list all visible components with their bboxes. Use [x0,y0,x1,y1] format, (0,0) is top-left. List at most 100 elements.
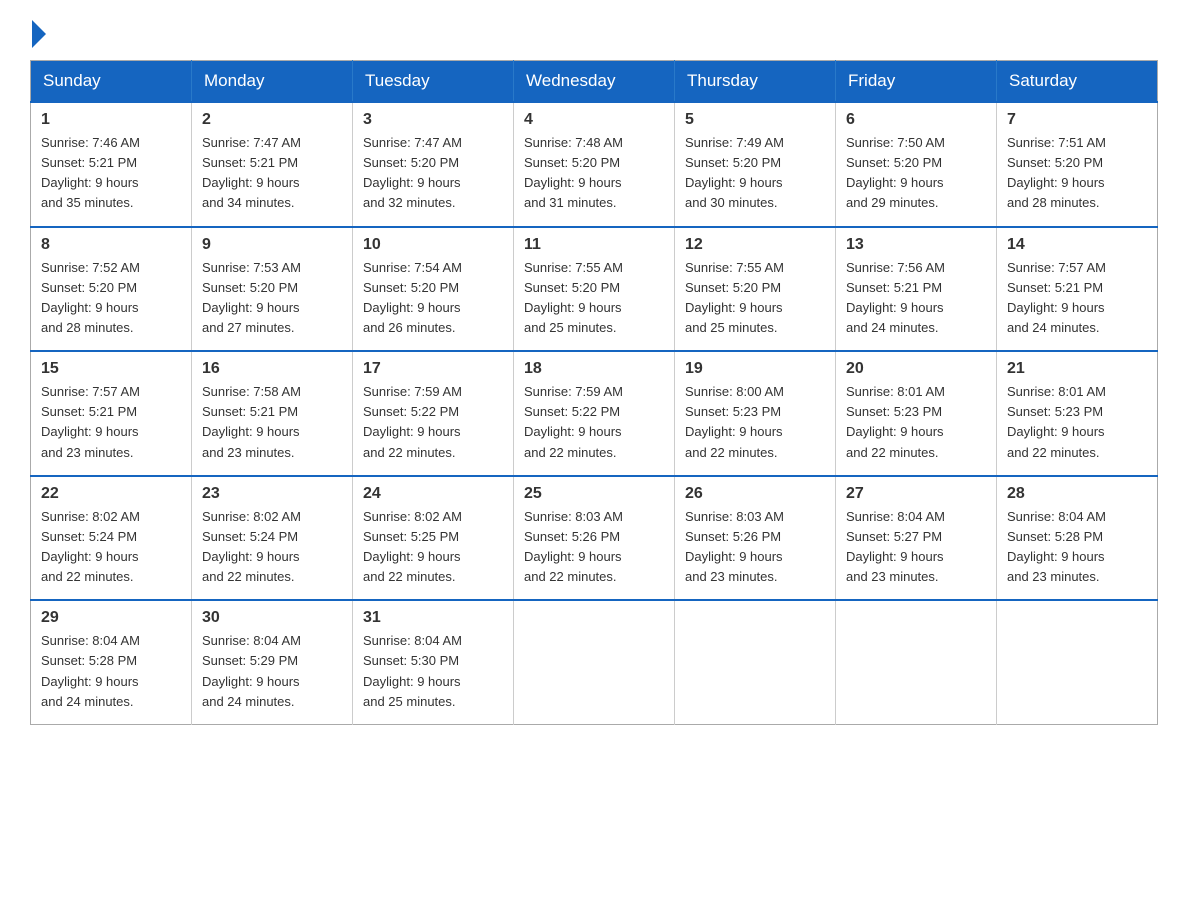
calendar-cell: 14 Sunrise: 7:57 AM Sunset: 5:21 PM Dayl… [997,227,1158,352]
day-info: Sunrise: 8:04 AM Sunset: 5:30 PM Dayligh… [363,631,503,712]
day-info: Sunrise: 7:47 AM Sunset: 5:20 PM Dayligh… [363,133,503,214]
calendar-cell: 6 Sunrise: 7:50 AM Sunset: 5:20 PM Dayli… [836,102,997,227]
day-number: 30 [202,609,342,627]
calendar-header-wednesday: Wednesday [514,61,675,103]
calendar-cell: 22 Sunrise: 8:02 AM Sunset: 5:24 PM Dayl… [31,476,192,601]
day-info: Sunrise: 7:59 AM Sunset: 5:22 PM Dayligh… [524,382,664,463]
day-info: Sunrise: 8:03 AM Sunset: 5:26 PM Dayligh… [524,507,664,588]
day-info: Sunrise: 8:04 AM Sunset: 5:28 PM Dayligh… [1007,507,1147,588]
calendar-header-saturday: Saturday [997,61,1158,103]
day-number: 4 [524,111,664,129]
calendar-cell [836,600,997,724]
page-header [30,20,1158,40]
calendar-cell: 10 Sunrise: 7:54 AM Sunset: 5:20 PM Dayl… [353,227,514,352]
day-info: Sunrise: 8:01 AM Sunset: 5:23 PM Dayligh… [846,382,986,463]
day-info: Sunrise: 7:56 AM Sunset: 5:21 PM Dayligh… [846,258,986,339]
calendar-week-row: 8 Sunrise: 7:52 AM Sunset: 5:20 PM Dayli… [31,227,1158,352]
calendar-cell: 7 Sunrise: 7:51 AM Sunset: 5:20 PM Dayli… [997,102,1158,227]
calendar-cell: 11 Sunrise: 7:55 AM Sunset: 5:20 PM Dayl… [514,227,675,352]
calendar-week-row: 15 Sunrise: 7:57 AM Sunset: 5:21 PM Dayl… [31,351,1158,476]
day-number: 8 [41,236,181,254]
day-info: Sunrise: 7:57 AM Sunset: 5:21 PM Dayligh… [1007,258,1147,339]
calendar-cell: 17 Sunrise: 7:59 AM Sunset: 5:22 PM Dayl… [353,351,514,476]
calendar-table: SundayMondayTuesdayWednesdayThursdayFrid… [30,60,1158,725]
calendar-cell: 23 Sunrise: 8:02 AM Sunset: 5:24 PM Dayl… [192,476,353,601]
day-info: Sunrise: 7:58 AM Sunset: 5:21 PM Dayligh… [202,382,342,463]
day-info: Sunrise: 7:55 AM Sunset: 5:20 PM Dayligh… [524,258,664,339]
calendar-header-thursday: Thursday [675,61,836,103]
day-info: Sunrise: 8:01 AM Sunset: 5:23 PM Dayligh… [1007,382,1147,463]
day-number: 25 [524,485,664,503]
day-number: 10 [363,236,503,254]
day-number: 17 [363,360,503,378]
day-number: 9 [202,236,342,254]
day-number: 20 [846,360,986,378]
calendar-cell: 9 Sunrise: 7:53 AM Sunset: 5:20 PM Dayli… [192,227,353,352]
day-info: Sunrise: 8:04 AM Sunset: 5:27 PM Dayligh… [846,507,986,588]
day-number: 31 [363,609,503,627]
calendar-cell: 21 Sunrise: 8:01 AM Sunset: 5:23 PM Dayl… [997,351,1158,476]
calendar-header-monday: Monday [192,61,353,103]
calendar-cell: 5 Sunrise: 7:49 AM Sunset: 5:20 PM Dayli… [675,102,836,227]
calendar-header-sunday: Sunday [31,61,192,103]
day-info: Sunrise: 7:50 AM Sunset: 5:20 PM Dayligh… [846,133,986,214]
day-info: Sunrise: 8:02 AM Sunset: 5:24 PM Dayligh… [41,507,181,588]
calendar-cell [997,600,1158,724]
day-number: 22 [41,485,181,503]
calendar-cell: 18 Sunrise: 7:59 AM Sunset: 5:22 PM Dayl… [514,351,675,476]
day-number: 19 [685,360,825,378]
day-number: 28 [1007,485,1147,503]
calendar-cell: 1 Sunrise: 7:46 AM Sunset: 5:21 PM Dayli… [31,102,192,227]
day-number: 6 [846,111,986,129]
day-info: Sunrise: 8:04 AM Sunset: 5:28 PM Dayligh… [41,631,181,712]
day-number: 23 [202,485,342,503]
calendar-cell [675,600,836,724]
day-number: 29 [41,609,181,627]
logo-arrow-icon [32,20,46,48]
day-info: Sunrise: 7:54 AM Sunset: 5:20 PM Dayligh… [363,258,503,339]
day-number: 14 [1007,236,1147,254]
calendar-cell: 12 Sunrise: 7:55 AM Sunset: 5:20 PM Dayl… [675,227,836,352]
day-info: Sunrise: 8:00 AM Sunset: 5:23 PM Dayligh… [685,382,825,463]
calendar-header-friday: Friday [836,61,997,103]
day-number: 11 [524,236,664,254]
calendar-cell: 31 Sunrise: 8:04 AM Sunset: 5:30 PM Dayl… [353,600,514,724]
day-number: 2 [202,111,342,129]
calendar-cell: 28 Sunrise: 8:04 AM Sunset: 5:28 PM Dayl… [997,476,1158,601]
calendar-cell: 27 Sunrise: 8:04 AM Sunset: 5:27 PM Dayl… [836,476,997,601]
day-info: Sunrise: 8:02 AM Sunset: 5:24 PM Dayligh… [202,507,342,588]
day-number: 18 [524,360,664,378]
day-number: 26 [685,485,825,503]
calendar-cell: 29 Sunrise: 8:04 AM Sunset: 5:28 PM Dayl… [31,600,192,724]
day-number: 12 [685,236,825,254]
day-info: Sunrise: 7:51 AM Sunset: 5:20 PM Dayligh… [1007,133,1147,214]
day-number: 3 [363,111,503,129]
calendar-cell: 8 Sunrise: 7:52 AM Sunset: 5:20 PM Dayli… [31,227,192,352]
calendar-header-tuesday: Tuesday [353,61,514,103]
day-info: Sunrise: 7:57 AM Sunset: 5:21 PM Dayligh… [41,382,181,463]
calendar-cell: 25 Sunrise: 8:03 AM Sunset: 5:26 PM Dayl… [514,476,675,601]
calendar-week-row: 29 Sunrise: 8:04 AM Sunset: 5:28 PM Dayl… [31,600,1158,724]
logo [30,20,48,40]
calendar-cell: 16 Sunrise: 7:58 AM Sunset: 5:21 PM Dayl… [192,351,353,476]
calendar-cell: 19 Sunrise: 8:00 AM Sunset: 5:23 PM Dayl… [675,351,836,476]
day-info: Sunrise: 7:53 AM Sunset: 5:20 PM Dayligh… [202,258,342,339]
day-number: 15 [41,360,181,378]
day-number: 24 [363,485,503,503]
day-info: Sunrise: 8:02 AM Sunset: 5:25 PM Dayligh… [363,507,503,588]
calendar-week-row: 1 Sunrise: 7:46 AM Sunset: 5:21 PM Dayli… [31,102,1158,227]
calendar-cell: 2 Sunrise: 7:47 AM Sunset: 5:21 PM Dayli… [192,102,353,227]
calendar-week-row: 22 Sunrise: 8:02 AM Sunset: 5:24 PM Dayl… [31,476,1158,601]
day-number: 1 [41,111,181,129]
day-info: Sunrise: 7:47 AM Sunset: 5:21 PM Dayligh… [202,133,342,214]
day-info: Sunrise: 7:49 AM Sunset: 5:20 PM Dayligh… [685,133,825,214]
day-info: Sunrise: 7:48 AM Sunset: 5:20 PM Dayligh… [524,133,664,214]
calendar-cell: 20 Sunrise: 8:01 AM Sunset: 5:23 PM Dayl… [836,351,997,476]
calendar-cell: 13 Sunrise: 7:56 AM Sunset: 5:21 PM Dayl… [836,227,997,352]
day-info: Sunrise: 8:03 AM Sunset: 5:26 PM Dayligh… [685,507,825,588]
calendar-cell: 3 Sunrise: 7:47 AM Sunset: 5:20 PM Dayli… [353,102,514,227]
day-info: Sunrise: 7:55 AM Sunset: 5:20 PM Dayligh… [685,258,825,339]
day-number: 5 [685,111,825,129]
calendar-header-row: SundayMondayTuesdayWednesdayThursdayFrid… [31,61,1158,103]
day-number: 21 [1007,360,1147,378]
